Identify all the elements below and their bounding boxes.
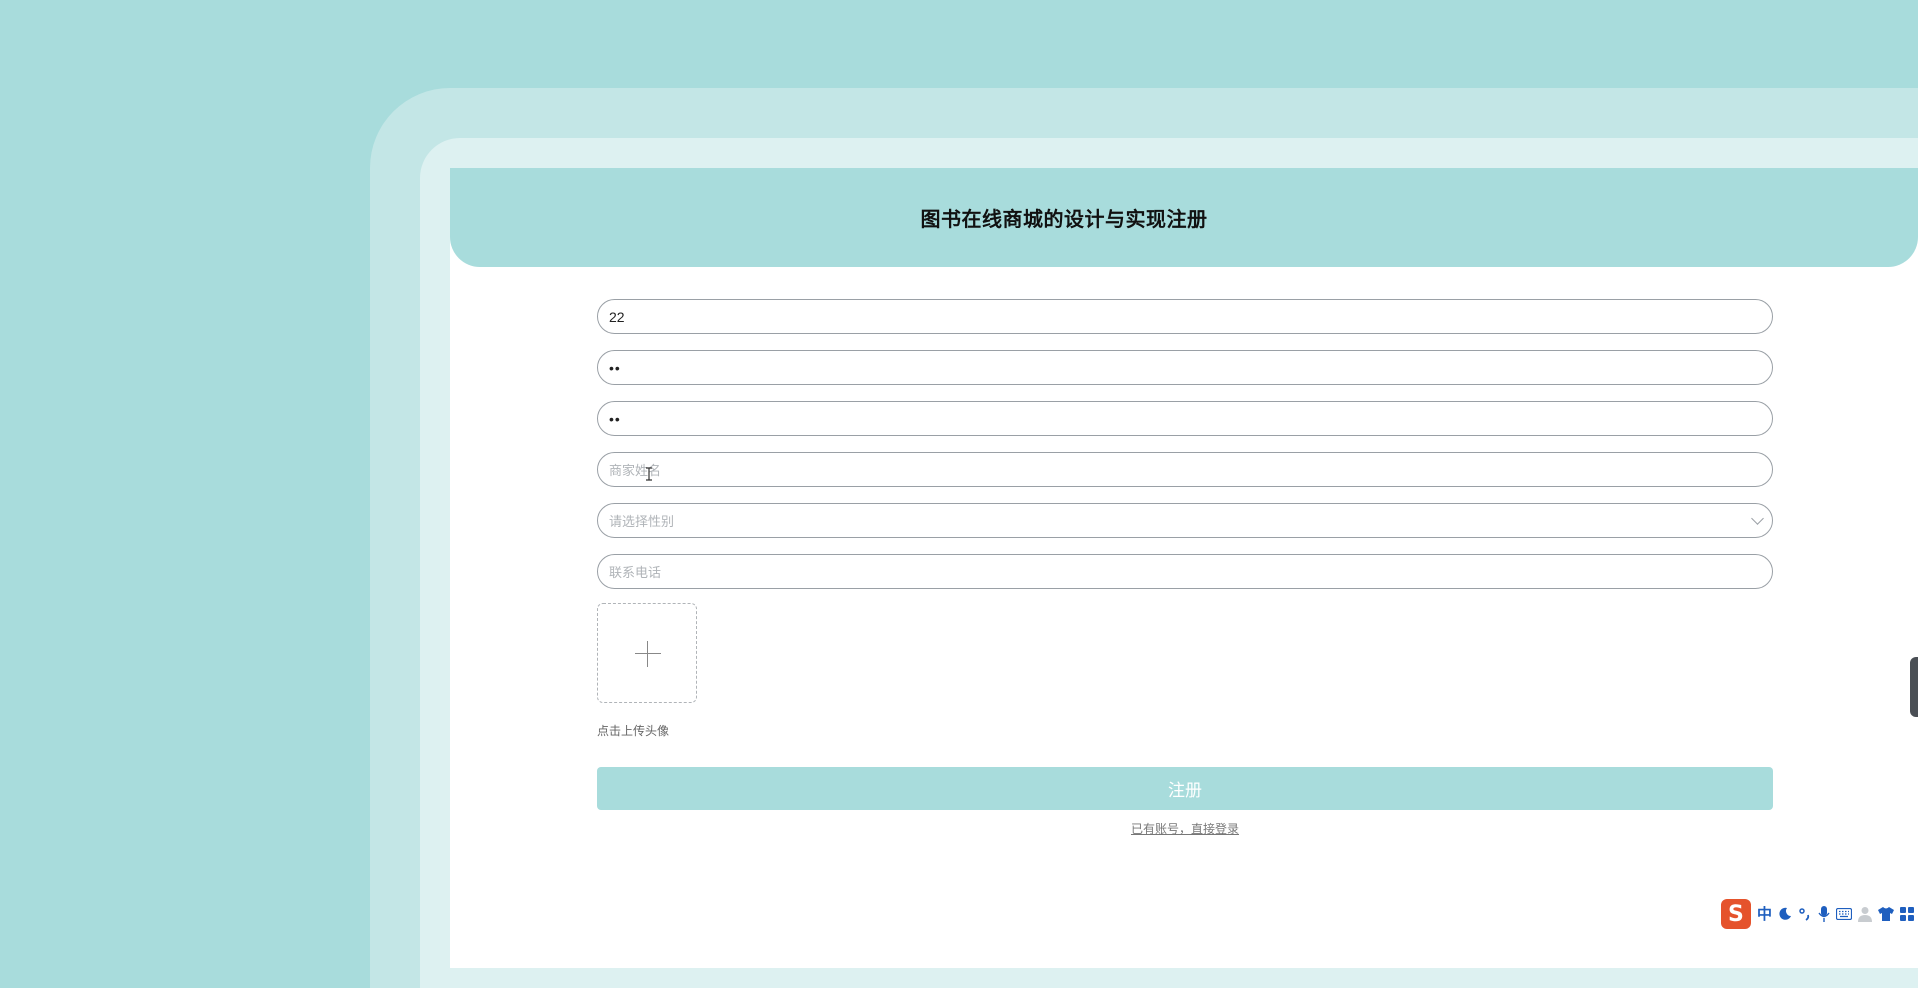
sogou-logo-icon[interactable]: S [1720, 899, 1751, 929]
microphone-icon[interactable] [1818, 906, 1830, 922]
gender-select[interactable]: 请选择性别 [597, 503, 1773, 538]
user-icon[interactable] [1858, 906, 1872, 922]
shirt-icon[interactable] [1878, 907, 1894, 921]
confirm-password-input[interactable]: •• [597, 401, 1773, 436]
register-button[interactable]: 注册 [597, 767, 1773, 810]
chevron-down-icon [1751, 512, 1764, 525]
avatar-upload[interactable] [597, 603, 697, 703]
password-masked-value: •• [609, 359, 621, 376]
keyboard-icon[interactable] [1836, 908, 1852, 920]
ime-toolbar: S 中 [1720, 897, 1918, 931]
plus-icon [635, 653, 661, 654]
merchant-name-input[interactable]: 商家姓名 [597, 452, 1773, 487]
register-card: 图书在线商城的设计与实现注册 22 •• •• 商家姓名 请选择性别 联系电话 … [450, 168, 1918, 968]
password-input[interactable]: •• [597, 350, 1773, 385]
phone-input[interactable]: 联系电话 [597, 554, 1773, 589]
page-title: 图书在线商城的设计与实现注册 [920, 209, 1208, 231]
login-link[interactable]: 已有账号，直接登录 [450, 820, 1918, 837]
moon-icon[interactable] [1778, 907, 1792, 921]
username-input[interactable]: 22 [597, 299, 1773, 334]
username-value: 22 [609, 308, 625, 325]
plus-icon-vertical [647, 641, 648, 667]
confirm-password-masked-value: •• [609, 410, 621, 427]
merchant-name-placeholder: 商家姓名 [609, 463, 662, 478]
apps-icon[interactable] [1900, 907, 1914, 921]
text-cursor-icon [646, 467, 652, 481]
phone-placeholder: 联系电话 [609, 565, 662, 580]
punctuation-icon[interactable] [1798, 907, 1812, 921]
side-drawer-handle[interactable] [1910, 657, 1918, 717]
ime-mode-toggle[interactable]: 中 [1757, 906, 1772, 922]
card-header: 图书在线商城的设计与实现注册 [450, 168, 1918, 267]
gender-placeholder: 请选择性别 [609, 514, 675, 529]
avatar-upload-label: 点击上传头像 [597, 724, 670, 738]
